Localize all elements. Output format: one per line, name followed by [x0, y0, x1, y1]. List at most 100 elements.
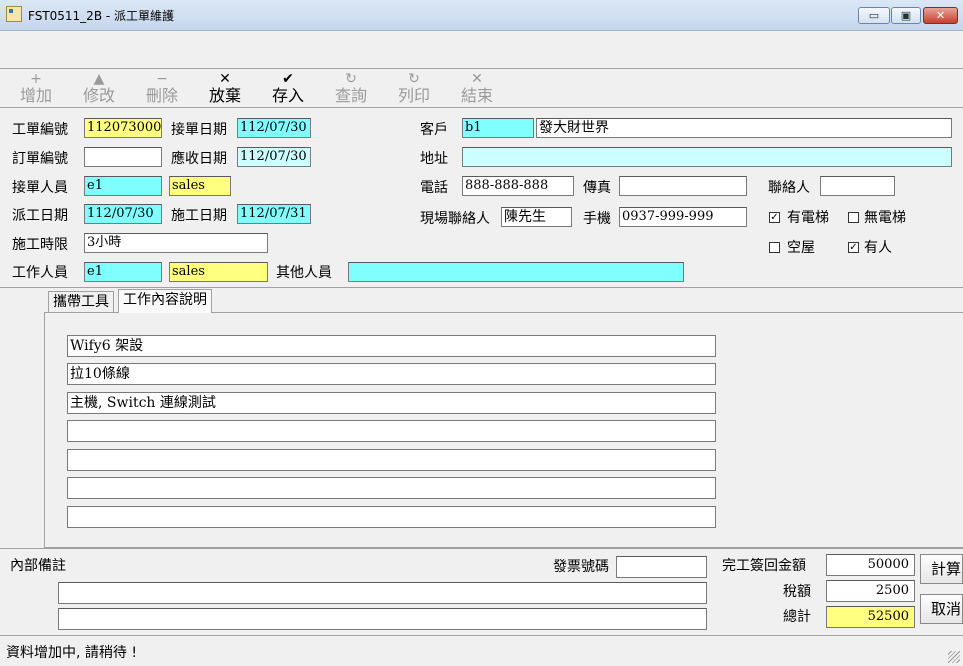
has-elevator-label: 有電梯 — [787, 210, 829, 226]
work-line-3[interactable]: 主機, Switch 連線測試 — [67, 392, 716, 414]
construction-date-field[interactable]: 112/07/31 — [237, 204, 311, 224]
toolbar-button-7[interactable]: ↻ 列印 — [384, 69, 444, 107]
internal-note-label: 內部備註 — [10, 558, 66, 574]
fax-field[interactable] — [619, 176, 747, 196]
check-icon: ✔ — [282, 71, 294, 87]
occupied-checkbox[interactable]: ✓ — [848, 242, 859, 253]
dispatch-date-field[interactable]: 112/07/30 — [84, 204, 162, 224]
divider — [0, 287, 963, 288]
calculate-button[interactable]: 計算 — [920, 554, 963, 584]
address-label: 地址 — [420, 151, 448, 167]
has-elevator-checkbox[interactable]: ✓ — [769, 212, 780, 223]
tab-work-content[interactable]: 工作內容說明 — [118, 289, 212, 313]
toolbar-button-4[interactable]: ✕ 放棄 — [195, 69, 255, 107]
up-arrow-icon: ▲ — [93, 71, 105, 87]
work-line-1[interactable]: Wify6 架設 — [67, 335, 716, 357]
other-staff-field[interactable] — [348, 262, 684, 282]
due-date-field[interactable]: 112/07/30 — [237, 147, 311, 167]
resize-grip-icon[interactable] — [948, 651, 960, 663]
amount-label: 完工簽回金額 — [722, 558, 806, 574]
toolbar: + 增加 ▲ 修改 − 刪除 ✕ 放棄 ✔ 存入 ↻ 查詢 ↻ 列印 ✕ 結束 — [0, 69, 963, 108]
total-field[interactable]: 52500 — [826, 606, 915, 628]
work-line-5[interactable] — [67, 449, 716, 471]
construction-date-label: 施工日期 — [171, 208, 227, 224]
work-order-no-field[interactable]: 1120730001 — [84, 118, 162, 138]
amount-field[interactable]: 50000 — [826, 554, 915, 576]
title-bar: FST0511_2B - 派工單維護 ▭ ▣ ✕ — [0, 0, 963, 31]
phone-label: 電話 — [420, 180, 448, 196]
menu-area — [0, 31, 963, 69]
duration-field[interactable]: 3小時 — [84, 233, 268, 253]
redo-icon: ↻ — [345, 71, 357, 87]
fax-label: 傳真 — [583, 180, 611, 196]
window-title: FST0511_2B - 派工單維護 — [28, 9, 175, 23]
no-elevator-checkbox[interactable] — [848, 212, 859, 223]
tax-label: 稅額 — [783, 584, 811, 600]
contact-field[interactable] — [820, 176, 895, 196]
tab-tools[interactable]: 攜帶工具 — [48, 291, 114, 312]
internal-note-line-1[interactable] — [58, 582, 707, 604]
status-bar: 資料增加中, 請稍待 ! — [0, 635, 963, 666]
mobile-label: 手機 — [583, 211, 611, 227]
toolbar-button-label: 放棄 — [208, 86, 241, 105]
status-text: 資料增加中, 請稍待 ! — [6, 645, 137, 661]
plus-icon: + — [30, 71, 42, 87]
redo-icon: ↻ — [408, 71, 420, 87]
maximize-button[interactable]: ▣ — [891, 7, 921, 24]
receiver-code-field[interactable]: e1 — [84, 176, 162, 196]
minus-icon: − — [156, 71, 168, 87]
work-order-no-label: 工單編號 — [12, 122, 68, 138]
customer-code-field[interactable]: b1 — [462, 118, 534, 138]
toolbar-button-label: 增加 — [19, 86, 52, 105]
toolbar-button-label: 存入 — [271, 86, 304, 105]
address-field[interactable] — [462, 147, 952, 167]
worker-name-field[interactable]: sales — [169, 262, 268, 282]
divider — [0, 548, 963, 549]
phone-field[interactable]: 888-888-888 — [462, 176, 574, 196]
work-line-2[interactable]: 拉10條線 — [67, 363, 716, 385]
toolbar-button-label: 修改 — [82, 86, 115, 105]
mobile-field[interactable]: 0937-999-999 — [619, 207, 747, 227]
customer-name-field[interactable]: 發大財世界 — [536, 118, 952, 138]
customer-label: 客戶 — [420, 122, 448, 138]
x-icon: ✕ — [219, 71, 231, 87]
order-no-field[interactable] — [84, 147, 162, 167]
work-line-6[interactable] — [67, 477, 716, 499]
receive-date-label: 接單日期 — [171, 122, 227, 138]
site-contact-field[interactable]: 陳先生 — [501, 207, 572, 227]
toolbar-button-2[interactable]: ▲ 修改 — [69, 69, 129, 107]
receiver-name-field[interactable]: sales — [169, 176, 231, 196]
invoice-label: 發票號碼 — [553, 559, 609, 575]
toolbar-button-label: 刪除 — [145, 86, 178, 105]
toolbar-button-8[interactable]: ✕ 結束 — [447, 69, 507, 107]
app-icon — [6, 6, 22, 22]
duration-label: 施工時限 — [12, 237, 68, 253]
order-no-label: 訂單編號 — [12, 151, 68, 167]
vacant-house-label: 空屋 — [787, 240, 815, 256]
internal-note-line-2[interactable] — [58, 608, 707, 630]
dispatch-date-label: 派工日期 — [12, 208, 68, 224]
receive-date-field[interactable]: 112/07/30 — [237, 118, 311, 138]
toolbar-button-label: 結束 — [460, 86, 493, 105]
invoice-field[interactable] — [616, 556, 707, 578]
x-icon: ✕ — [471, 71, 483, 87]
receiver-label: 接單人員 — [12, 180, 68, 196]
toolbar-button-1[interactable]: + 增加 — [6, 69, 66, 107]
occupied-label: 有人 — [864, 240, 892, 256]
minimize-button[interactable]: ▭ — [858, 7, 890, 24]
due-date-label: 應收日期 — [171, 151, 227, 167]
no-elevator-label: 無電梯 — [864, 210, 906, 226]
worker-code-field[interactable]: e1 — [84, 262, 162, 282]
toolbar-button-3[interactable]: − 刪除 — [132, 69, 192, 107]
tax-field[interactable]: 2500 — [826, 580, 915, 602]
toolbar-button-6[interactable]: ↻ 查詢 — [321, 69, 381, 107]
work-line-4[interactable] — [67, 420, 716, 442]
close-button[interactable]: ✕ — [923, 7, 958, 24]
vacant-house-checkbox[interactable] — [769, 242, 780, 253]
contact-label: 聯絡人 — [768, 180, 810, 196]
toolbar-button-5[interactable]: ✔ 存入 — [258, 69, 318, 107]
work-line-7[interactable] — [67, 506, 716, 528]
cancel-button[interactable]: 取消 — [920, 594, 963, 624]
total-label: 總計 — [783, 609, 811, 625]
toolbar-button-label: 列印 — [397, 86, 430, 105]
